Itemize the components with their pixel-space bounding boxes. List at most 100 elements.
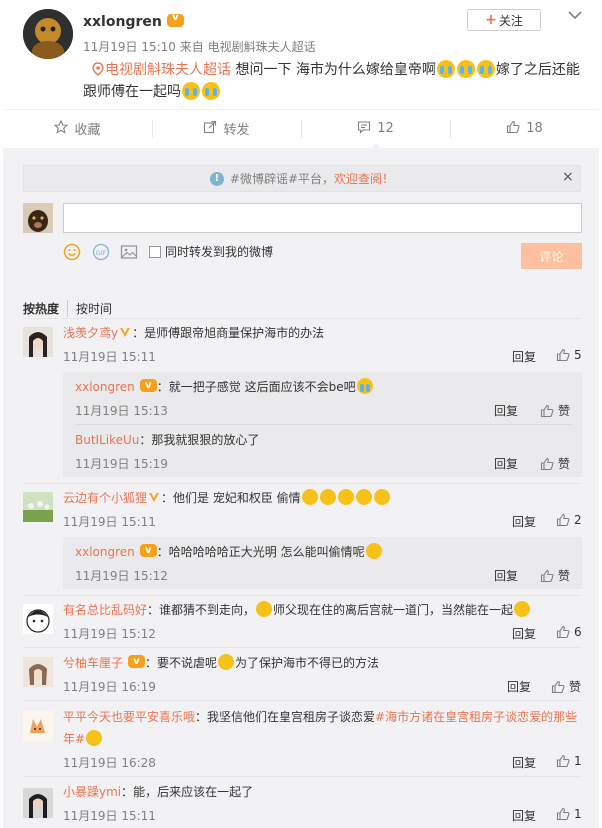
divider xyxy=(23,647,582,648)
reply-button[interactable]: 回复 xyxy=(494,402,518,419)
comment-text: ：他们是 宠妃和权臣 偷情 xyxy=(161,491,301,505)
favorite-button[interactable]: 收藏 xyxy=(3,110,152,147)
author-name[interactable]: xxlongren xyxy=(83,12,184,30)
repost-button[interactable]: 转发 xyxy=(152,110,301,147)
comment-like-button[interactable]: 赞 xyxy=(551,678,581,695)
commenter-avatar[interactable] xyxy=(23,604,53,634)
tab-sort-time[interactable]: 按时间 xyxy=(76,300,120,317)
commenter-name[interactable]: 小暴躁ymi xyxy=(63,785,121,799)
post-text: 电视剧斛珠夫人超话 想问一下 海市为什么嫁给皇帝啊 嫁了之后还能跟师傅在一起吗 xyxy=(83,59,593,103)
like-count: 1 xyxy=(574,754,582,768)
thumbs-up-icon xyxy=(540,569,554,583)
commenter-avatar[interactable] xyxy=(23,788,53,818)
comment-like-button[interactable]: 2 xyxy=(556,513,582,527)
repost-option[interactable]: 同时转发到我的微博 xyxy=(149,243,273,260)
like-label: 赞 xyxy=(558,569,571,583)
commenter-avatar[interactable] xyxy=(23,711,53,741)
reply-button[interactable]: 回复 xyxy=(494,455,518,472)
thumbs-up-icon xyxy=(540,457,554,471)
reply-text: ：就一把子感觉 这后面应该不会be吧 xyxy=(156,380,356,394)
topic-link[interactable]: 电视剧斛珠夫人超话 xyxy=(105,62,231,78)
image-upload-icon[interactable] xyxy=(120,243,138,261)
crying-emoji-icon xyxy=(202,82,220,100)
like-label: 赞 xyxy=(558,404,571,418)
doge-emoji-icon xyxy=(514,601,531,617)
reply-like-button[interactable]: 赞 xyxy=(540,567,570,584)
commenter-name[interactable]: 云边有个小狐狸 xyxy=(63,491,147,505)
comment-time: 11月19日 15:11 xyxy=(63,350,156,364)
comment-4: 兮柚车厘子 ：要不说虐呢 为了保护海市不得已的方法 xyxy=(63,653,379,672)
reply-button[interactable]: 回复 xyxy=(494,567,518,584)
post-body: 想问一下 海市为什么嫁给皇帝啊 xyxy=(231,62,436,78)
comment-icon xyxy=(357,120,371,138)
notice-link[interactable]: 欢迎查阅！ xyxy=(334,170,394,187)
notice-text: #微博辟谣#平台， xyxy=(229,172,335,186)
replier-name[interactable]: xxlongren xyxy=(75,380,135,394)
comment-5: 平平今天也要平安喜乐哦：我坚信他们在皇宫租房子谈恋爱#海市方诸在皇宫租房子谈恋爱… xyxy=(63,706,583,750)
vip-badge-icon xyxy=(139,542,157,560)
commenter-name[interactable]: 兮柚车厘子 xyxy=(63,656,123,670)
tab-sort-hot[interactable]: 按热度 xyxy=(23,300,69,317)
replier-name[interactable]: ButILikeUu xyxy=(75,433,139,447)
comment-text: ：我坚信他们在皇宫租房子谈恋爱 xyxy=(195,710,376,724)
emoji-picker-icon[interactable] xyxy=(63,243,81,261)
gif-icon[interactable]: GIF xyxy=(92,243,110,261)
vip-badge-icon xyxy=(166,12,184,27)
like-button[interactable]: 18 xyxy=(450,110,599,147)
like-count: 6 xyxy=(574,625,582,639)
reply-2: ButILikeUu：那我就狠狠的放心了 xyxy=(75,431,259,449)
comment-like-button[interactable]: 5 xyxy=(556,348,582,362)
reply-button[interactable]: 回复 xyxy=(512,513,536,530)
comment-like-button[interactable]: 1 xyxy=(556,754,582,768)
close-icon[interactable]: × xyxy=(562,169,574,185)
author-avatar[interactable] xyxy=(23,9,73,59)
doge-emoji-icon xyxy=(86,730,103,746)
divider xyxy=(23,776,582,777)
comment-text-cont: 师父现在住的离后宫就一道门，当然能在一起 xyxy=(273,603,514,617)
comment-button[interactable]: 12 xyxy=(301,110,450,149)
comment-time: 11月19日 15:11 xyxy=(63,515,156,529)
submit-comment-button[interactable]: 评论 xyxy=(521,243,582,269)
commenter-avatar[interactable] xyxy=(23,492,53,522)
chevron-down-icon[interactable] xyxy=(567,7,583,23)
comment-text: ：谁都猜不到走向， xyxy=(147,603,256,617)
reply-button[interactable]: 回复 xyxy=(507,678,531,695)
sort-tabs: 按热度 按时间 xyxy=(23,300,128,317)
commenter-avatar[interactable] xyxy=(23,657,53,687)
reply-button[interactable]: 回复 xyxy=(512,625,536,642)
comment-input[interactable] xyxy=(63,203,582,233)
reply-button[interactable]: 回复 xyxy=(512,348,536,365)
reply-time: 11月19日 15:13 xyxy=(75,404,168,418)
repost-checkbox[interactable] xyxy=(149,245,161,258)
comment-like-button[interactable]: 6 xyxy=(556,625,582,639)
reply-button[interactable]: 回复 xyxy=(512,754,536,771)
facepalm-emoji-icon xyxy=(218,654,235,670)
replier-name[interactable]: xxlongren xyxy=(75,545,135,559)
reply-like-button[interactable]: 赞 xyxy=(540,455,570,472)
vip-badge-icon xyxy=(139,377,157,395)
crying-emoji-icon xyxy=(436,60,455,78)
follow-button[interactable]: + 关注 xyxy=(467,9,541,31)
doge-emoji-icon xyxy=(365,543,382,559)
comment-text: ：能，后来应该在一起了 xyxy=(121,785,254,799)
comment-like-button[interactable]: 1 xyxy=(556,807,582,821)
commenter-name[interactable]: 有名总比乱码好 xyxy=(63,603,147,617)
verified-v-icon xyxy=(148,490,160,502)
divider xyxy=(75,424,572,425)
commenter-name[interactable]: 浅羡夕鸢y xyxy=(63,326,118,340)
doge-emoji-icon xyxy=(319,489,336,505)
comment-6: 小暴躁ymi：能，后来应该在一起了 xyxy=(63,783,253,801)
svg-text:GIF: GIF xyxy=(96,249,107,257)
reply-like-button[interactable]: 赞 xyxy=(540,402,570,419)
comment-time: 11月19日 15:12 xyxy=(63,627,156,641)
action-bar: 收藏 转发 12 18 xyxy=(3,109,599,149)
commenter-name[interactable]: 平平今天也要平安喜乐哦 xyxy=(63,710,195,724)
doge-emoji-icon xyxy=(337,489,354,505)
doge-emoji-icon xyxy=(301,489,318,505)
reply-button[interactable]: 回复 xyxy=(512,807,536,824)
comment-1: 浅羡夕鸢y ：是师傅跟帝旭商量保护海市的办法 xyxy=(63,324,324,342)
info-icon: ! xyxy=(209,171,224,186)
like-count: 5 xyxy=(574,348,582,362)
commenter-avatar[interactable] xyxy=(23,327,53,357)
star-icon xyxy=(54,119,69,138)
